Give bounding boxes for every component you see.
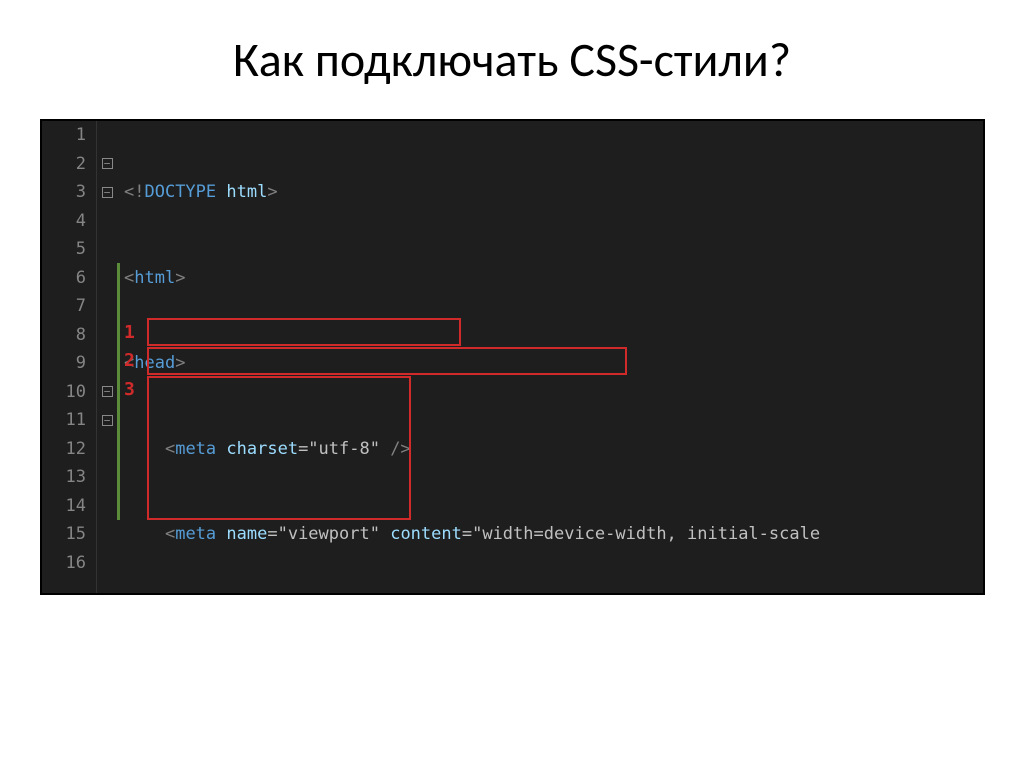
annotation-3: 3 (124, 379, 135, 400)
fold-icon[interactable]: − (102, 158, 113, 169)
fold-icon[interactable]: − (102, 187, 113, 198)
slide-title: Как подключать CSS-стили? (40, 30, 984, 89)
annotation-1: 1 (124, 322, 135, 343)
annotation-2: 2 (124, 350, 135, 371)
fold-icon[interactable]: − (102, 415, 113, 426)
code-content[interactable]: <!DOCTYPE html> <html> <head> <meta char… (122, 121, 983, 595)
line-number-gutter: 1 2 3 4 5 6 7 8 9 10 11 12 13 14 15 16 (42, 121, 97, 595)
fold-column: − − − − (97, 121, 117, 595)
code-editor: 1 2 3 4 5 6 7 8 9 10 11 12 13 14 15 16 − (40, 119, 985, 595)
fold-icon[interactable]: − (102, 386, 113, 397)
